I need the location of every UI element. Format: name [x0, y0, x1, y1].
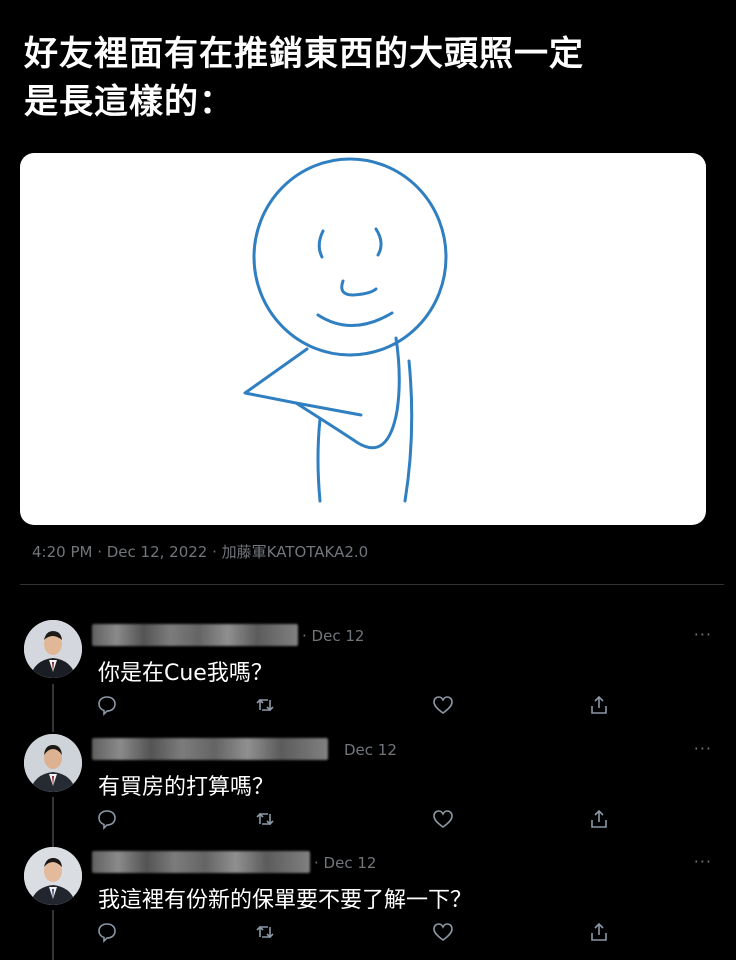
divider — [20, 584, 724, 585]
heart-icon[interactable] — [432, 921, 456, 945]
reply-actions — [96, 808, 626, 832]
reply-text: 我這裡有份新的保單要不要了解一下？ — [98, 888, 473, 913]
heart-icon[interactable] — [432, 694, 456, 718]
reply-actions — [96, 921, 626, 945]
blurred-username — [92, 624, 298, 646]
stick-figure-drawing — [243, 157, 448, 503]
reply-date[interactable]: · Dec 12 — [314, 854, 376, 872]
more-options-icon[interactable]: ··· — [694, 739, 712, 758]
avatar[interactable] — [24, 847, 82, 905]
tweet-timestamp[interactable]: 4:20 PM · Dec 12, 2022 · 加藤軍KATOTAKA2.0 — [32, 541, 368, 562]
avatar[interactable] — [24, 734, 82, 792]
speech-bubble-icon[interactable] — [96, 694, 120, 718]
reply-text: 你是在Cue我嗎？ — [98, 661, 273, 686]
reply-date[interactable]: · Dec 12 — [302, 627, 364, 645]
reply-item[interactable]: · Dec 12 ··· 我這裡有份新的保單要不要了解一下？ — [0, 845, 736, 955]
tweet-text-line-2: 是長這樣的： — [24, 82, 234, 122]
reply-text: 有買房的打算嗎？ — [98, 775, 275, 800]
share-icon[interactable] — [588, 921, 612, 945]
share-icon[interactable] — [588, 694, 612, 718]
blurred-username — [92, 851, 310, 873]
retweet-icon[interactable] — [254, 921, 278, 945]
speech-bubble-icon[interactable] — [96, 921, 120, 945]
reply-actions — [96, 694, 626, 718]
share-icon[interactable] — [588, 808, 612, 832]
blurred-username — [92, 738, 328, 760]
reply-item[interactable]: Dec 12 ··· 有買房的打算嗎？ — [0, 732, 736, 842]
reply-date[interactable]: Dec 12 — [344, 741, 397, 759]
speech-bubble-icon[interactable] — [96, 808, 120, 832]
heart-icon[interactable] — [432, 808, 456, 832]
tweet-image[interactable] — [20, 153, 706, 525]
tweet-text-line-1: 好友裡面有在推銷東西的大頭照一定 — [24, 34, 584, 74]
retweet-icon[interactable] — [254, 808, 278, 832]
more-options-icon[interactable]: ··· — [694, 852, 712, 871]
tweet-text: 好友裡面有在推銷東西的大頭照一定 是長這樣的： — [24, 30, 714, 126]
more-options-icon[interactable]: ··· — [694, 625, 712, 644]
retweet-icon[interactable] — [254, 694, 278, 718]
reply-item[interactable]: · Dec 12 ··· 你是在Cue我嗎？ — [0, 618, 736, 728]
avatar[interactable] — [24, 620, 82, 678]
